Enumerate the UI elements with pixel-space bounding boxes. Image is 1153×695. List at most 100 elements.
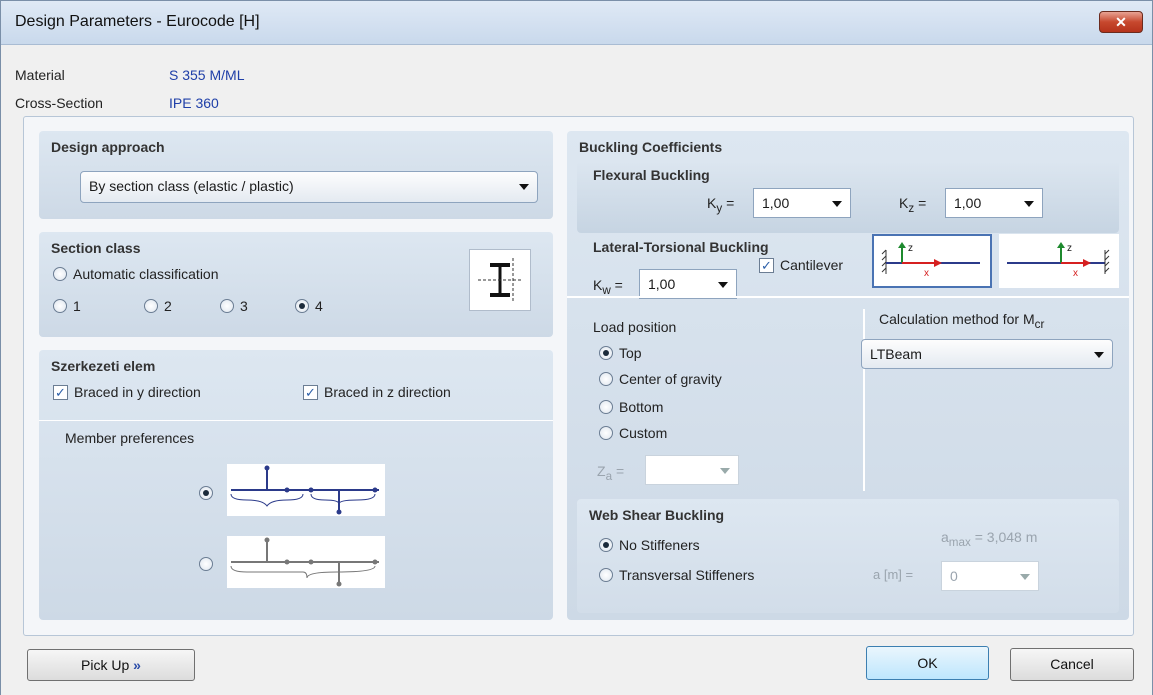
preference-1-radio[interactable]: [199, 484, 213, 501]
svg-text:x: x: [1073, 268, 1078, 279]
cross-section-label: Cross-Section: [15, 95, 103, 111]
cantilever-option[interactable]: ✓ Cantilever: [759, 257, 843, 273]
braced-y-label: Braced in y direction: [74, 384, 201, 400]
cross-section-value: IPE 360: [169, 95, 219, 111]
double-chevron-right-icon: »: [133, 657, 141, 673]
cantilever-right-fixed-icon[interactable]: z x: [999, 234, 1119, 288]
pick-up-button[interactable]: Pick Up »: [27, 649, 195, 681]
class-4-radio[interactable]: [295, 299, 309, 313]
transversal-stiffeners-radio[interactable]: [599, 568, 613, 582]
a-label: a [m] =: [873, 567, 914, 582]
class-2-option[interactable]: 2: [144, 298, 172, 314]
kz-sub: z: [908, 201, 915, 215]
material-value: S 355 M/ML: [169, 67, 245, 83]
no-stiffeners-radio[interactable]: [599, 538, 613, 552]
class-1-option[interactable]: 1: [53, 298, 81, 314]
class-1-radio[interactable]: [53, 299, 67, 313]
calc-method-prefix: Calculation method for M: [879, 311, 1035, 327]
ok-button[interactable]: OK: [866, 646, 989, 680]
i-section-icon: [469, 249, 531, 311]
title-bar: Design Parameters - Eurocode [H] ✕: [1, 1, 1152, 45]
class-4-option[interactable]: 4: [295, 298, 323, 314]
kw-select[interactable]: 1,00: [639, 269, 737, 299]
class-3-option[interactable]: 3: [220, 298, 248, 314]
class-1-label: 1: [73, 298, 81, 314]
za-label: Za =: [597, 463, 624, 483]
load-bottom-radio[interactable]: [599, 400, 613, 414]
za-select[interactable]: [645, 455, 739, 485]
flexural-panel: Flexural Buckling Ky = 1,00 Kz = 1,00: [577, 161, 1119, 233]
za-letter: Z: [597, 463, 606, 479]
calc-method-title: Calculation method for Mcr: [879, 311, 1044, 331]
amax-text: amax = 3,048 m: [941, 529, 1037, 549]
load-custom-option[interactable]: Custom: [599, 425, 667, 441]
pick-up-label: Pick Up: [81, 657, 130, 673]
transversal-stiffeners-option[interactable]: Transversal Stiffeners: [599, 567, 754, 583]
preference-1-radio-dot[interactable]: [199, 486, 213, 501]
kw-value: 1,00: [648, 276, 676, 292]
automatic-classification-option[interactable]: Automatic classification: [53, 266, 219, 282]
load-custom-radio[interactable]: [599, 426, 613, 440]
kw-eq: =: [614, 277, 623, 293]
design-approach-panel: Design approach By section class (elasti…: [39, 131, 553, 219]
load-bottom-label: Bottom: [619, 399, 664, 415]
chevron-down-icon: [832, 201, 842, 207]
cantilever-left-fixed-icon[interactable]: z x: [872, 234, 992, 288]
load-top-radio[interactable]: [599, 346, 613, 360]
svg-text:x: x: [924, 268, 929, 279]
lateral-title: Lateral-Torsional Buckling: [593, 239, 769, 255]
transversal-stiffeners-label: Transversal Stiffeners: [619, 567, 755, 583]
close-button[interactable]: ✕: [1099, 11, 1143, 33]
kw-sub: w: [602, 283, 611, 297]
load-position-title: Load position: [593, 319, 677, 335]
member-diagram-2-icon[interactable]: [227, 536, 385, 588]
class-3-radio[interactable]: [220, 299, 234, 313]
automatic-label: Automatic classification: [73, 266, 219, 282]
design-approach-value: By section class (elastic / plastic): [89, 178, 294, 194]
load-center-option[interactable]: Center of gravity: [599, 371, 722, 387]
za-sub: a: [605, 469, 613, 483]
divider: [39, 420, 553, 421]
braced-z-checkbox[interactable]: ✓: [303, 384, 318, 400]
section-class-panel: Section class Automatic classification 1…: [39, 232, 553, 337]
braced-y-option[interactable]: ✓ Braced in y direction: [53, 384, 201, 400]
no-stiffeners-option[interactable]: No Stiffeners: [599, 537, 700, 553]
preference-2-radio[interactable]: [199, 555, 213, 572]
ky-label: Ky =: [707, 195, 734, 215]
dialog-window: Design Parameters - Eurocode [H] ✕ Mater…: [0, 0, 1153, 695]
class-2-label: 2: [164, 298, 172, 314]
ky-value: 1,00: [762, 195, 790, 211]
ky-select[interactable]: 1,00: [753, 188, 851, 218]
kz-letter: K: [899, 195, 909, 211]
cantilever-checkbox[interactable]: ✓: [759, 257, 774, 273]
automatic-radio[interactable]: [53, 267, 67, 281]
preference-2-radio-dot[interactable]: [199, 557, 213, 572]
class-2-radio[interactable]: [144, 299, 158, 313]
ky-eq: =: [726, 195, 735, 211]
load-top-label: Top: [619, 345, 642, 361]
member-diagram-1-icon[interactable]: [227, 464, 385, 516]
kw-label: Kw =: [593, 277, 623, 297]
load-center-radio[interactable]: [599, 372, 613, 386]
ky-sub: y: [716, 201, 723, 215]
svg-text:z: z: [908, 243, 913, 254]
kz-select[interactable]: 1,00: [945, 188, 1043, 218]
buckling-title: Buckling Coefficients: [579, 139, 723, 155]
kz-label: Kz =: [899, 195, 926, 215]
member-panel: Szerkezeti elem ✓ Braced in y direction …: [39, 350, 553, 620]
calc-method-sub: cr: [1034, 317, 1045, 331]
amax-value: = 3,048 m: [970, 529, 1038, 545]
a-select[interactable]: 0: [941, 561, 1039, 591]
class-4-label: 4: [315, 298, 323, 314]
braced-z-label: Braced in z direction: [324, 384, 451, 400]
no-stiffeners-label: No Stiffeners: [619, 537, 700, 553]
braced-y-checkbox[interactable]: ✓: [53, 384, 68, 400]
braced-z-option[interactable]: ✓ Braced in z direction: [303, 384, 451, 400]
vertical-divider: [863, 309, 865, 491]
design-approach-select[interactable]: By section class (elastic / plastic): [80, 171, 538, 203]
calc-method-select[interactable]: LTBeam: [861, 339, 1113, 369]
load-top-option[interactable]: Top: [599, 345, 642, 361]
load-bottom-option[interactable]: Bottom: [599, 399, 663, 415]
cancel-button[interactable]: Cancel: [1010, 648, 1134, 681]
ky-letter: K: [707, 195, 717, 211]
